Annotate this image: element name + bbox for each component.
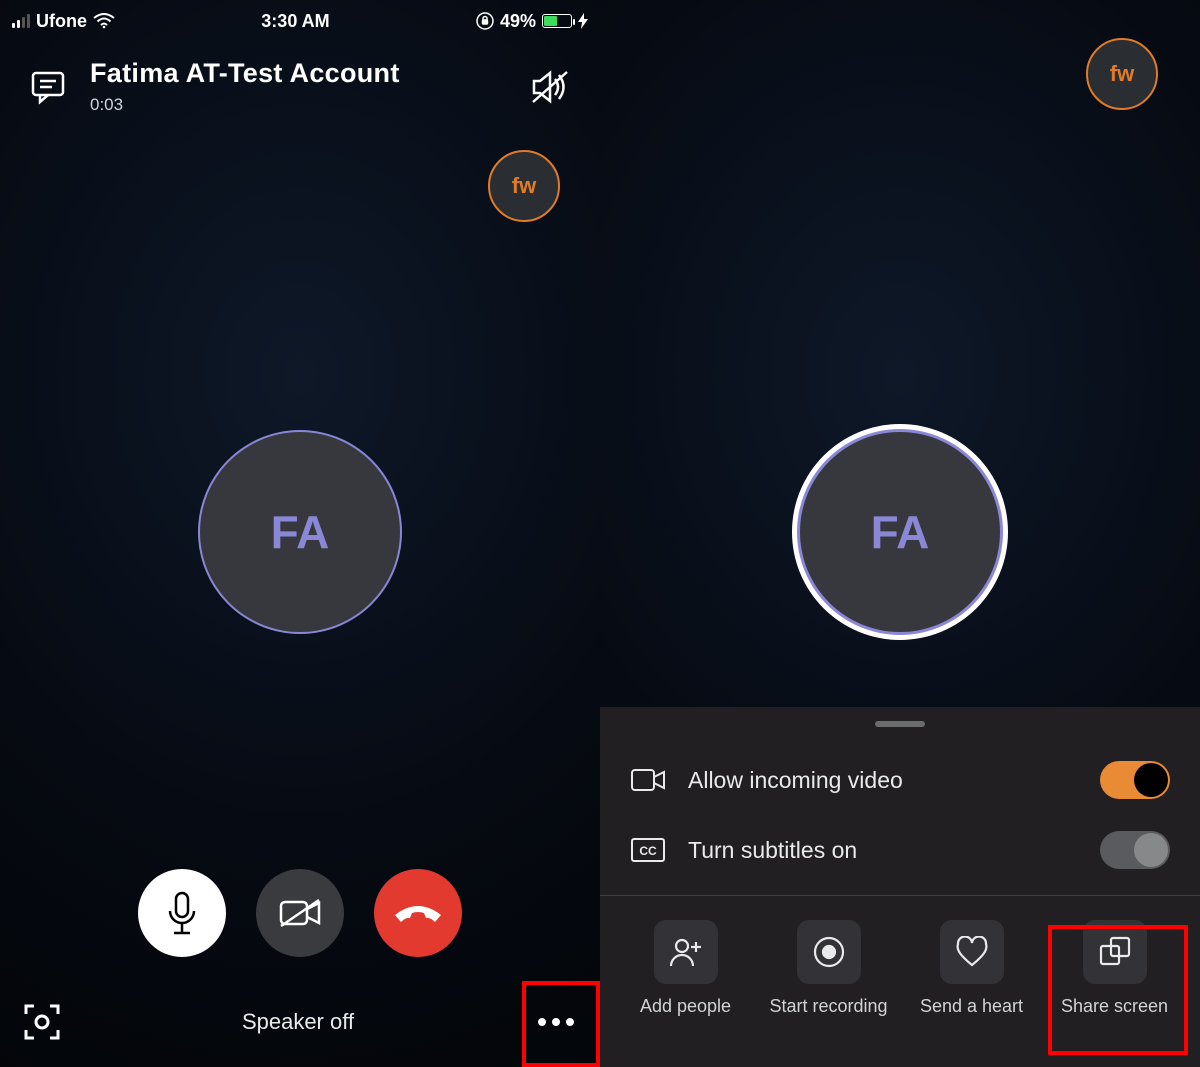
record-icon xyxy=(797,920,861,984)
wifi-icon xyxy=(93,13,115,29)
svg-text:CC: CC xyxy=(639,844,657,858)
call-header: Fatima AT-Test Account 0:03 xyxy=(0,36,600,131)
add-people-action[interactable]: Add people xyxy=(616,920,756,1017)
self-initials: fw xyxy=(512,173,536,199)
bottom-bar: Speaker off xyxy=(0,977,600,1067)
mute-button[interactable] xyxy=(138,869,226,957)
subtitles-row[interactable]: CC Turn subtitles on xyxy=(600,815,1200,885)
call-controls xyxy=(0,869,600,957)
caller-name: Fatima AT-Test Account xyxy=(90,58,506,89)
speaker-off-icon[interactable] xyxy=(528,67,572,107)
status-time: 3:30 AM xyxy=(261,11,329,32)
phone-hangup-icon xyxy=(393,901,443,925)
divider xyxy=(600,895,1200,896)
send-heart-action[interactable]: Send a heart xyxy=(902,920,1042,1017)
start-recording-label: Start recording xyxy=(769,996,887,1017)
cc-icon: CC xyxy=(630,837,666,863)
battery-icon xyxy=(542,14,572,28)
subtitles-label: Turn subtitles on xyxy=(688,837,1078,864)
status-bar: Ufone 3:30 AM 49% xyxy=(0,0,600,36)
allow-video-toggle[interactable] xyxy=(1100,761,1170,799)
allow-video-row[interactable]: Allow incoming video xyxy=(600,745,1200,815)
carrier-label: Ufone xyxy=(36,11,87,32)
speaker-status: Speaker off xyxy=(62,1009,534,1035)
add-people-label: Add people xyxy=(640,996,731,1017)
call-duration: 0:03 xyxy=(90,95,506,115)
add-people-icon xyxy=(654,920,718,984)
share-screen-action[interactable]: Share screen xyxy=(1045,920,1185,1017)
bolt-icon xyxy=(578,13,588,29)
heart-icon xyxy=(940,920,1004,984)
allow-video-label: Allow incoming video xyxy=(688,767,1078,794)
more-options-button[interactable] xyxy=(534,1014,578,1030)
remote-avatar: FA xyxy=(800,432,1000,632)
signal-icon xyxy=(12,14,30,28)
video-off-button[interactable] xyxy=(256,869,344,957)
rotation-lock-icon xyxy=(476,12,494,30)
remote-avatar: FA xyxy=(200,432,400,632)
self-avatar[interactable]: fw xyxy=(1086,38,1158,110)
sheet-actions: Add people Start recording Send a heart xyxy=(600,910,1200,1017)
video-icon xyxy=(630,767,666,793)
options-sheet: Allow incoming video CC Turn subtitles o… xyxy=(600,707,1200,1067)
chat-icon[interactable] xyxy=(28,67,68,107)
capture-icon[interactable] xyxy=(22,1002,62,1042)
end-call-button[interactable] xyxy=(374,869,462,957)
start-recording-action[interactable]: Start recording xyxy=(759,920,899,1017)
call-screen-right: fw FA Allow incoming video CC Turn subti… xyxy=(600,0,1200,1067)
remote-initials: FA xyxy=(871,505,930,559)
battery-pct: 49% xyxy=(500,11,536,32)
remote-initials: FA xyxy=(271,505,330,559)
send-heart-label: Send a heart xyxy=(920,996,1023,1017)
self-initials: fw xyxy=(1110,61,1134,87)
camera-off-icon xyxy=(277,896,323,930)
share-screen-icon xyxy=(1083,920,1147,984)
sheet-handle[interactable] xyxy=(875,721,925,727)
microphone-icon xyxy=(164,891,200,935)
share-screen-label: Share screen xyxy=(1061,996,1168,1017)
subtitles-toggle[interactable] xyxy=(1100,831,1170,869)
self-avatar[interactable]: fw xyxy=(488,150,560,222)
call-screen-left: Ufone 3:30 AM 49% Fatima AT-Test Account… xyxy=(0,0,600,1067)
